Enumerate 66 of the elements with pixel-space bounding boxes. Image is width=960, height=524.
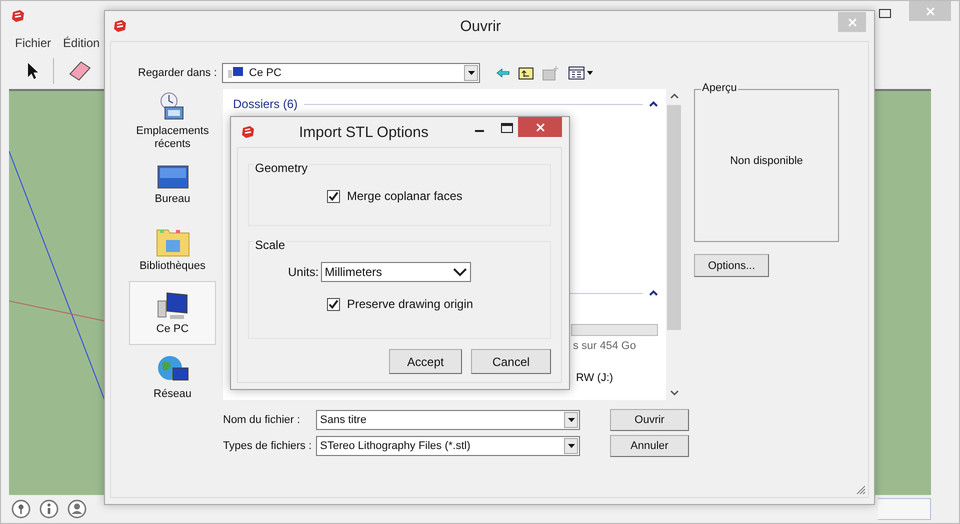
dialog-title: Import STL Options [299,124,428,140]
close-icon [536,122,544,132]
places-item[interactable]: Bibliothèques [129,217,216,281]
places-item[interactable]: Ce PC [129,281,216,345]
group-title: Scale [254,238,286,252]
measurements-field[interactable] [878,498,931,520]
place-label: Réseau [154,388,192,400]
up-folder-icon[interactable] [518,66,534,80]
collapse-chevron-icon[interactable] [649,101,658,107]
resize-grip-icon[interactable] [855,484,866,495]
scroll-down-icon[interactable] [670,390,678,396]
checkbox-label[interactable]: Merge coplanar faces [347,189,462,203]
collapse-chevron-icon[interactable] [649,290,658,296]
computer-icon [228,66,244,80]
checkbox[interactable] [327,190,340,202]
look-in-dropdown[interactable]: Ce PC [222,63,480,83]
maximize-icon[interactable] [879,9,891,18]
eraser-icon[interactable] [68,60,92,82]
drive-name[interactable]: RW (J:) [576,372,658,384]
app-logo-icon [241,125,255,139]
file-name-field[interactable]: Sans titre [316,410,580,430]
checkbox-label[interactable]: Preserve drawing origin [347,297,474,311]
places-item[interactable]: Emplacements récents [129,89,216,153]
look-in-label: Regarder dans : [138,67,218,79]
file-name-label: Nom du fichier : [223,414,302,426]
desktop-icon [156,164,188,190]
new-folder-icon [542,65,560,81]
file-type-label: Types de fichiers : [223,440,313,452]
group-title: Geometry [254,161,309,175]
maximize-icon[interactable] [501,123,513,133]
menu-item[interactable]: Fichier [15,36,52,50]
cancel-button[interactable]: Cancel [471,349,551,374]
group-header[interactable]: Dossiers (6) [233,97,298,111]
drive-space-text: s sur 454 Go [573,340,637,352]
info-icon[interactable] [39,499,59,519]
places-item[interactable]: Bureau [129,153,216,217]
location-pin-icon[interactable] [11,499,31,519]
units-label: Units: [288,265,319,279]
accept-button[interactable]: Accept [389,349,462,374]
place-label: Ce PC [156,322,189,336]
file-type-dropdown[interactable]: STereo Lithography Files (*.stl) [316,436,580,456]
places-item[interactable]: Réseau [129,345,216,409]
close-icon [848,18,856,26]
preview-title: Aperçu [701,82,738,94]
dialog-title: Ouvrir [459,18,502,34]
preview-message: Non disponible [730,154,803,166]
app-logo-icon [11,9,25,23]
checkbox[interactable] [327,298,340,310]
view-menu-icon[interactable] [568,66,594,80]
place-label: Emplacements récents [135,125,210,151]
back-arrow-icon[interactable] [496,68,510,78]
menu-item[interactable]: Édition [63,36,100,50]
scroll-up-icon[interactable] [670,93,678,99]
chevron-down-icon [452,268,467,276]
close-icon [926,6,934,16]
select-arrow-icon[interactable] [27,62,39,80]
computer-icon [156,290,188,320]
cancel-button[interactable]: Annuler [610,435,689,457]
close-button[interactable] [518,117,562,137]
options-button[interactable]: Options... [694,254,769,277]
app-logo-icon [113,19,127,33]
place-label: Bibliothèques [139,260,206,272]
units-dropdown[interactable]: Millimeters [320,262,471,282]
user-icon[interactable] [67,499,87,519]
open-button[interactable]: Ouvrir [610,409,689,431]
place-label: Bureau [154,192,190,206]
